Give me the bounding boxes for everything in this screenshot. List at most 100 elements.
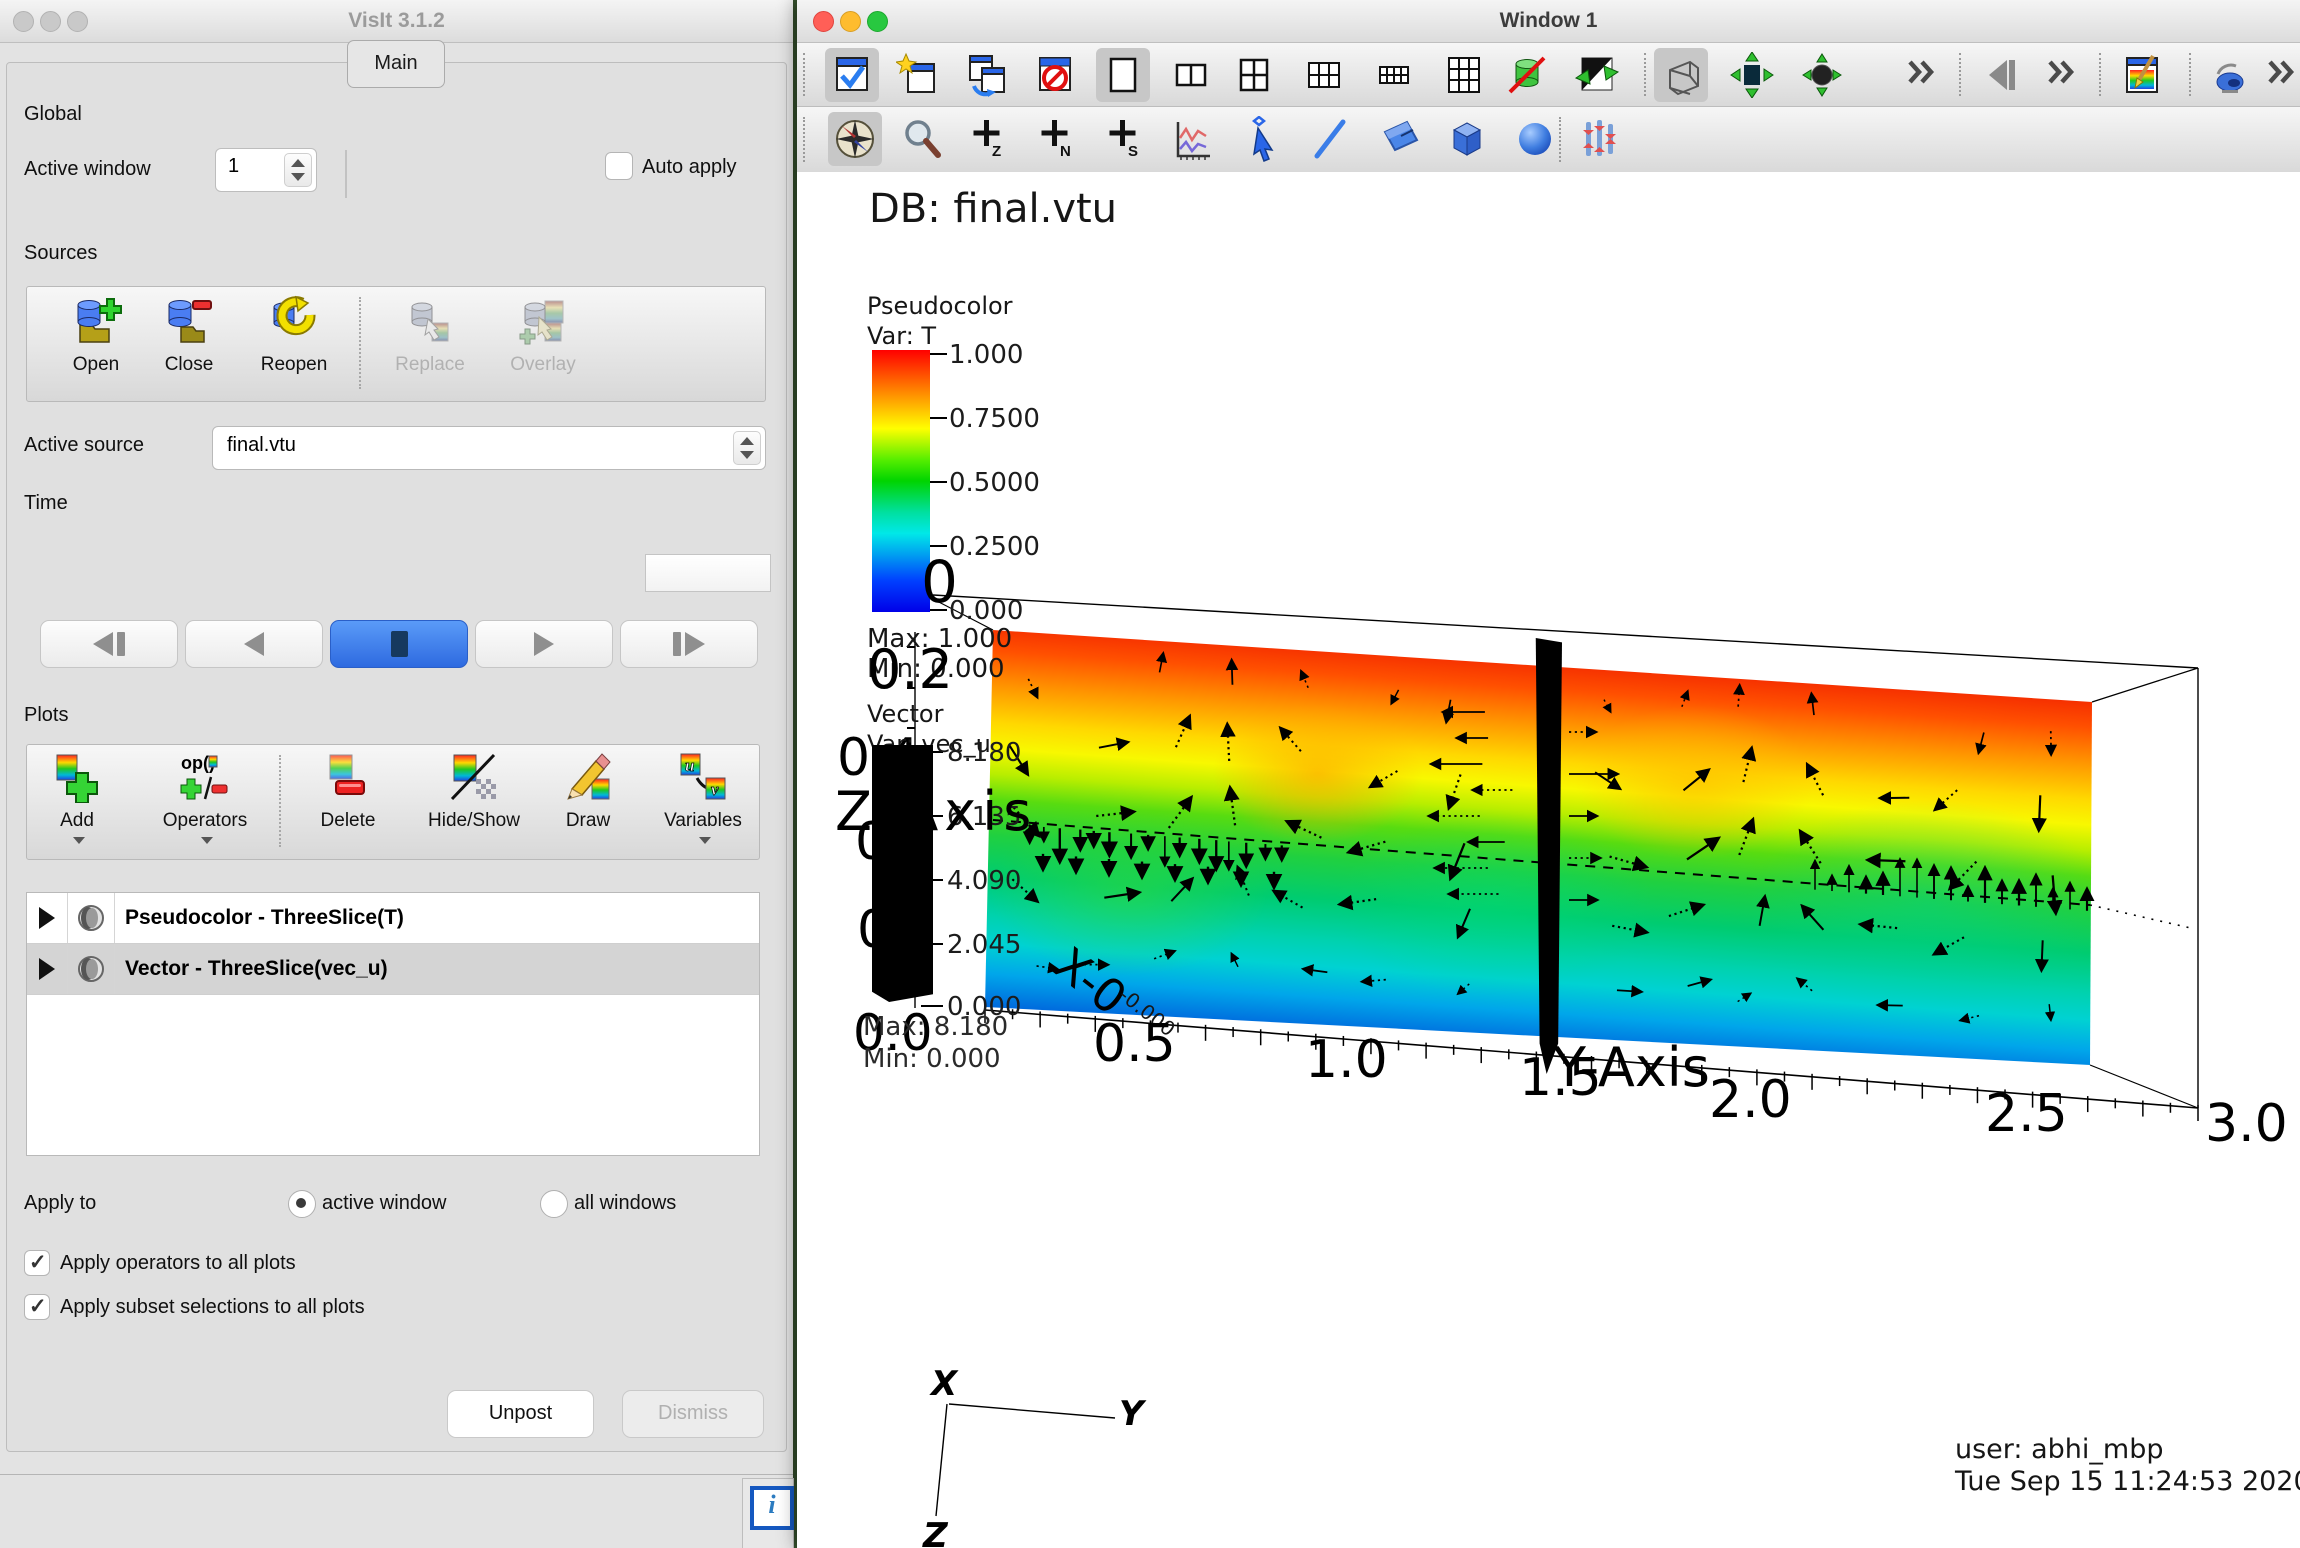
vector-tick: 4.090 bbox=[947, 866, 1021, 896]
operators-icon: op() bbox=[179, 751, 231, 803]
visibility-toggle[interactable] bbox=[68, 944, 115, 994]
clear-source-button[interactable] bbox=[1500, 48, 1554, 102]
stop-button[interactable] bbox=[330, 620, 468, 668]
perspective-button[interactable] bbox=[1654, 48, 1708, 102]
date-label: Tue Sep 15 11:24:53 2020 bbox=[1955, 1466, 2300, 1497]
active-source-combobox[interactable]: final.vtu bbox=[212, 426, 766, 470]
invert-colors-button[interactable] bbox=[1570, 48, 1624, 102]
window-appearance-button[interactable] bbox=[2115, 48, 2169, 102]
layout-2x2-button[interactable] bbox=[1227, 48, 1281, 102]
unpost-button[interactable]: Unpost bbox=[447, 1390, 594, 1438]
sphere-tool-button[interactable] bbox=[1508, 112, 1562, 166]
tab-main[interactable]: Main bbox=[347, 40, 445, 88]
divider bbox=[0, 1474, 793, 1475]
axis-restriction-button[interactable] bbox=[1573, 112, 1627, 166]
reset-view-button[interactable] bbox=[1795, 48, 1849, 102]
expand-arrow-icon[interactable] bbox=[27, 893, 68, 943]
colorbar-tick: 0.000 bbox=[949, 596, 1023, 626]
spreadsheet-pick-button[interactable]: S bbox=[1097, 112, 1151, 166]
y-axis-title: Y-Axis bbox=[1553, 1036, 1710, 1099]
right-titlebar[interactable]: Window 1 bbox=[797, 0, 2300, 43]
new-window-button[interactable] bbox=[892, 48, 946, 102]
layout-2x4-button[interactable] bbox=[1367, 48, 1421, 102]
info-icon[interactable]: i bbox=[750, 1486, 794, 1530]
active-source-stepper[interactable] bbox=[733, 431, 761, 465]
vector-min: Min: 0.000 bbox=[863, 1044, 1001, 1074]
draw-plots-button[interactable]: Draw bbox=[545, 751, 631, 832]
triad-z-label: Z bbox=[923, 1516, 948, 1548]
apply-operators-checkbox[interactable] bbox=[24, 1250, 50, 1276]
play-forward-button[interactable] bbox=[475, 620, 613, 668]
play-reverse-icon bbox=[244, 632, 264, 656]
zoom-z-button[interactable]: Z bbox=[961, 112, 1015, 166]
step-back-icon bbox=[93, 632, 113, 656]
hide-show-plot-button[interactable]: Hide/Show bbox=[419, 751, 529, 832]
apply-subset-label: Apply subset selections to all plots bbox=[60, 1296, 365, 1319]
overlay-source-button: Overlay bbox=[500, 295, 586, 376]
spin-view-button[interactable] bbox=[2202, 48, 2256, 102]
more-tools-button[interactable] bbox=[1897, 48, 1945, 96]
replace-source-button: Replace bbox=[387, 295, 473, 376]
apply-subset-checkbox[interactable] bbox=[24, 1294, 50, 1320]
y-tick-2_5: 2.5 bbox=[1985, 1084, 2068, 1144]
node-pick-button[interactable]: N bbox=[1029, 112, 1083, 166]
apply-operators-label: Apply operators to all plots bbox=[60, 1252, 296, 1275]
clone-window-button[interactable] bbox=[960, 48, 1014, 102]
left-titlebar[interactable]: VisIt 3.1.2 bbox=[0, 0, 793, 43]
time-field[interactable] bbox=[645, 554, 771, 592]
operators-button[interactable]: op() Operators bbox=[155, 751, 255, 850]
previous-frame-button[interactable] bbox=[40, 620, 178, 668]
expand-arrow-icon[interactable] bbox=[27, 944, 68, 994]
layout-2x3-button[interactable] bbox=[1297, 48, 1351, 102]
open-source-button[interactable]: Open bbox=[53, 295, 139, 376]
recenter-view-icon bbox=[1729, 52, 1775, 98]
auto-apply-checkbox[interactable] bbox=[605, 152, 633, 180]
apply-all-windows-radio[interactable] bbox=[540, 1190, 568, 1218]
triad-y-label: Y bbox=[1119, 1394, 1144, 1434]
delete-window-button[interactable] bbox=[1028, 48, 1082, 102]
toolbar-separator bbox=[359, 297, 364, 389]
recenter-view-button[interactable] bbox=[1725, 48, 1779, 102]
zoom-mode-button[interactable] bbox=[895, 112, 949, 166]
close-source-button[interactable]: Close bbox=[146, 295, 232, 376]
next-frame-button[interactable] bbox=[620, 620, 758, 668]
delete-plot-button[interactable]: Delete bbox=[305, 751, 391, 832]
toolbar-handle[interactable] bbox=[803, 117, 813, 162]
more-window-tools-button[interactable] bbox=[2257, 48, 2300, 96]
plane-tool-button[interactable] bbox=[1373, 112, 1427, 166]
variables-icon: u v bbox=[677, 751, 729, 803]
stop-icon bbox=[391, 631, 408, 657]
apply-active-window-radio[interactable] bbox=[288, 1190, 316, 1218]
line-tool-button[interactable] bbox=[1303, 112, 1357, 166]
add-plot-button[interactable]: Add bbox=[35, 751, 119, 850]
plot-row-pseudocolor[interactable]: Pseudocolor - ThreeSlice(T) bbox=[27, 893, 759, 944]
more-view-tools-button[interactable] bbox=[2037, 48, 2085, 96]
lineout-button[interactable] bbox=[1165, 112, 1219, 166]
reopen-source-button[interactable]: Reopen bbox=[251, 295, 337, 376]
active-window-spinner[interactable]: 1 bbox=[215, 148, 317, 192]
navigate-mode-button[interactable] bbox=[828, 112, 882, 166]
edge-on-slice-plane bbox=[872, 745, 933, 1002]
axis-restriction-icon bbox=[1577, 116, 1623, 162]
sources-toolbar: Open Close Reopen bbox=[26, 286, 766, 402]
visibility-toggle[interactable] bbox=[68, 893, 115, 943]
pick-button[interactable] bbox=[1232, 112, 1286, 166]
active-window-stepper[interactable] bbox=[284, 153, 312, 187]
spreadsheet-pick-icon: S bbox=[1101, 116, 1147, 162]
plot-row-vector[interactable]: Vector - ThreeSlice(vec_u) bbox=[27, 944, 759, 995]
toolbar-handle[interactable] bbox=[803, 53, 813, 96]
layout-3x3-button[interactable] bbox=[1437, 48, 1491, 102]
play-icon bbox=[534, 632, 554, 656]
box-tool-button[interactable] bbox=[1440, 112, 1494, 166]
plane-tool-icon bbox=[1377, 116, 1423, 162]
undo-view-button[interactable] bbox=[1975, 48, 2029, 102]
layout-1x1-button[interactable] bbox=[1096, 48, 1150, 102]
play-reverse-button[interactable] bbox=[185, 620, 323, 668]
variables-button[interactable]: u v Variables bbox=[653, 751, 753, 850]
layout-1x2-button[interactable] bbox=[1164, 48, 1218, 102]
3d-viewport[interactable]: DB: final.vtu Pseudocolor Var: T 1.000 0… bbox=[797, 172, 2300, 1548]
colorbar-tick: 0.2500 bbox=[949, 532, 1040, 562]
colorbar-tick: 0.5000 bbox=[949, 468, 1040, 498]
z-axis-stray-zero: 0 bbox=[921, 548, 958, 616]
active-window-button[interactable] bbox=[825, 48, 879, 102]
